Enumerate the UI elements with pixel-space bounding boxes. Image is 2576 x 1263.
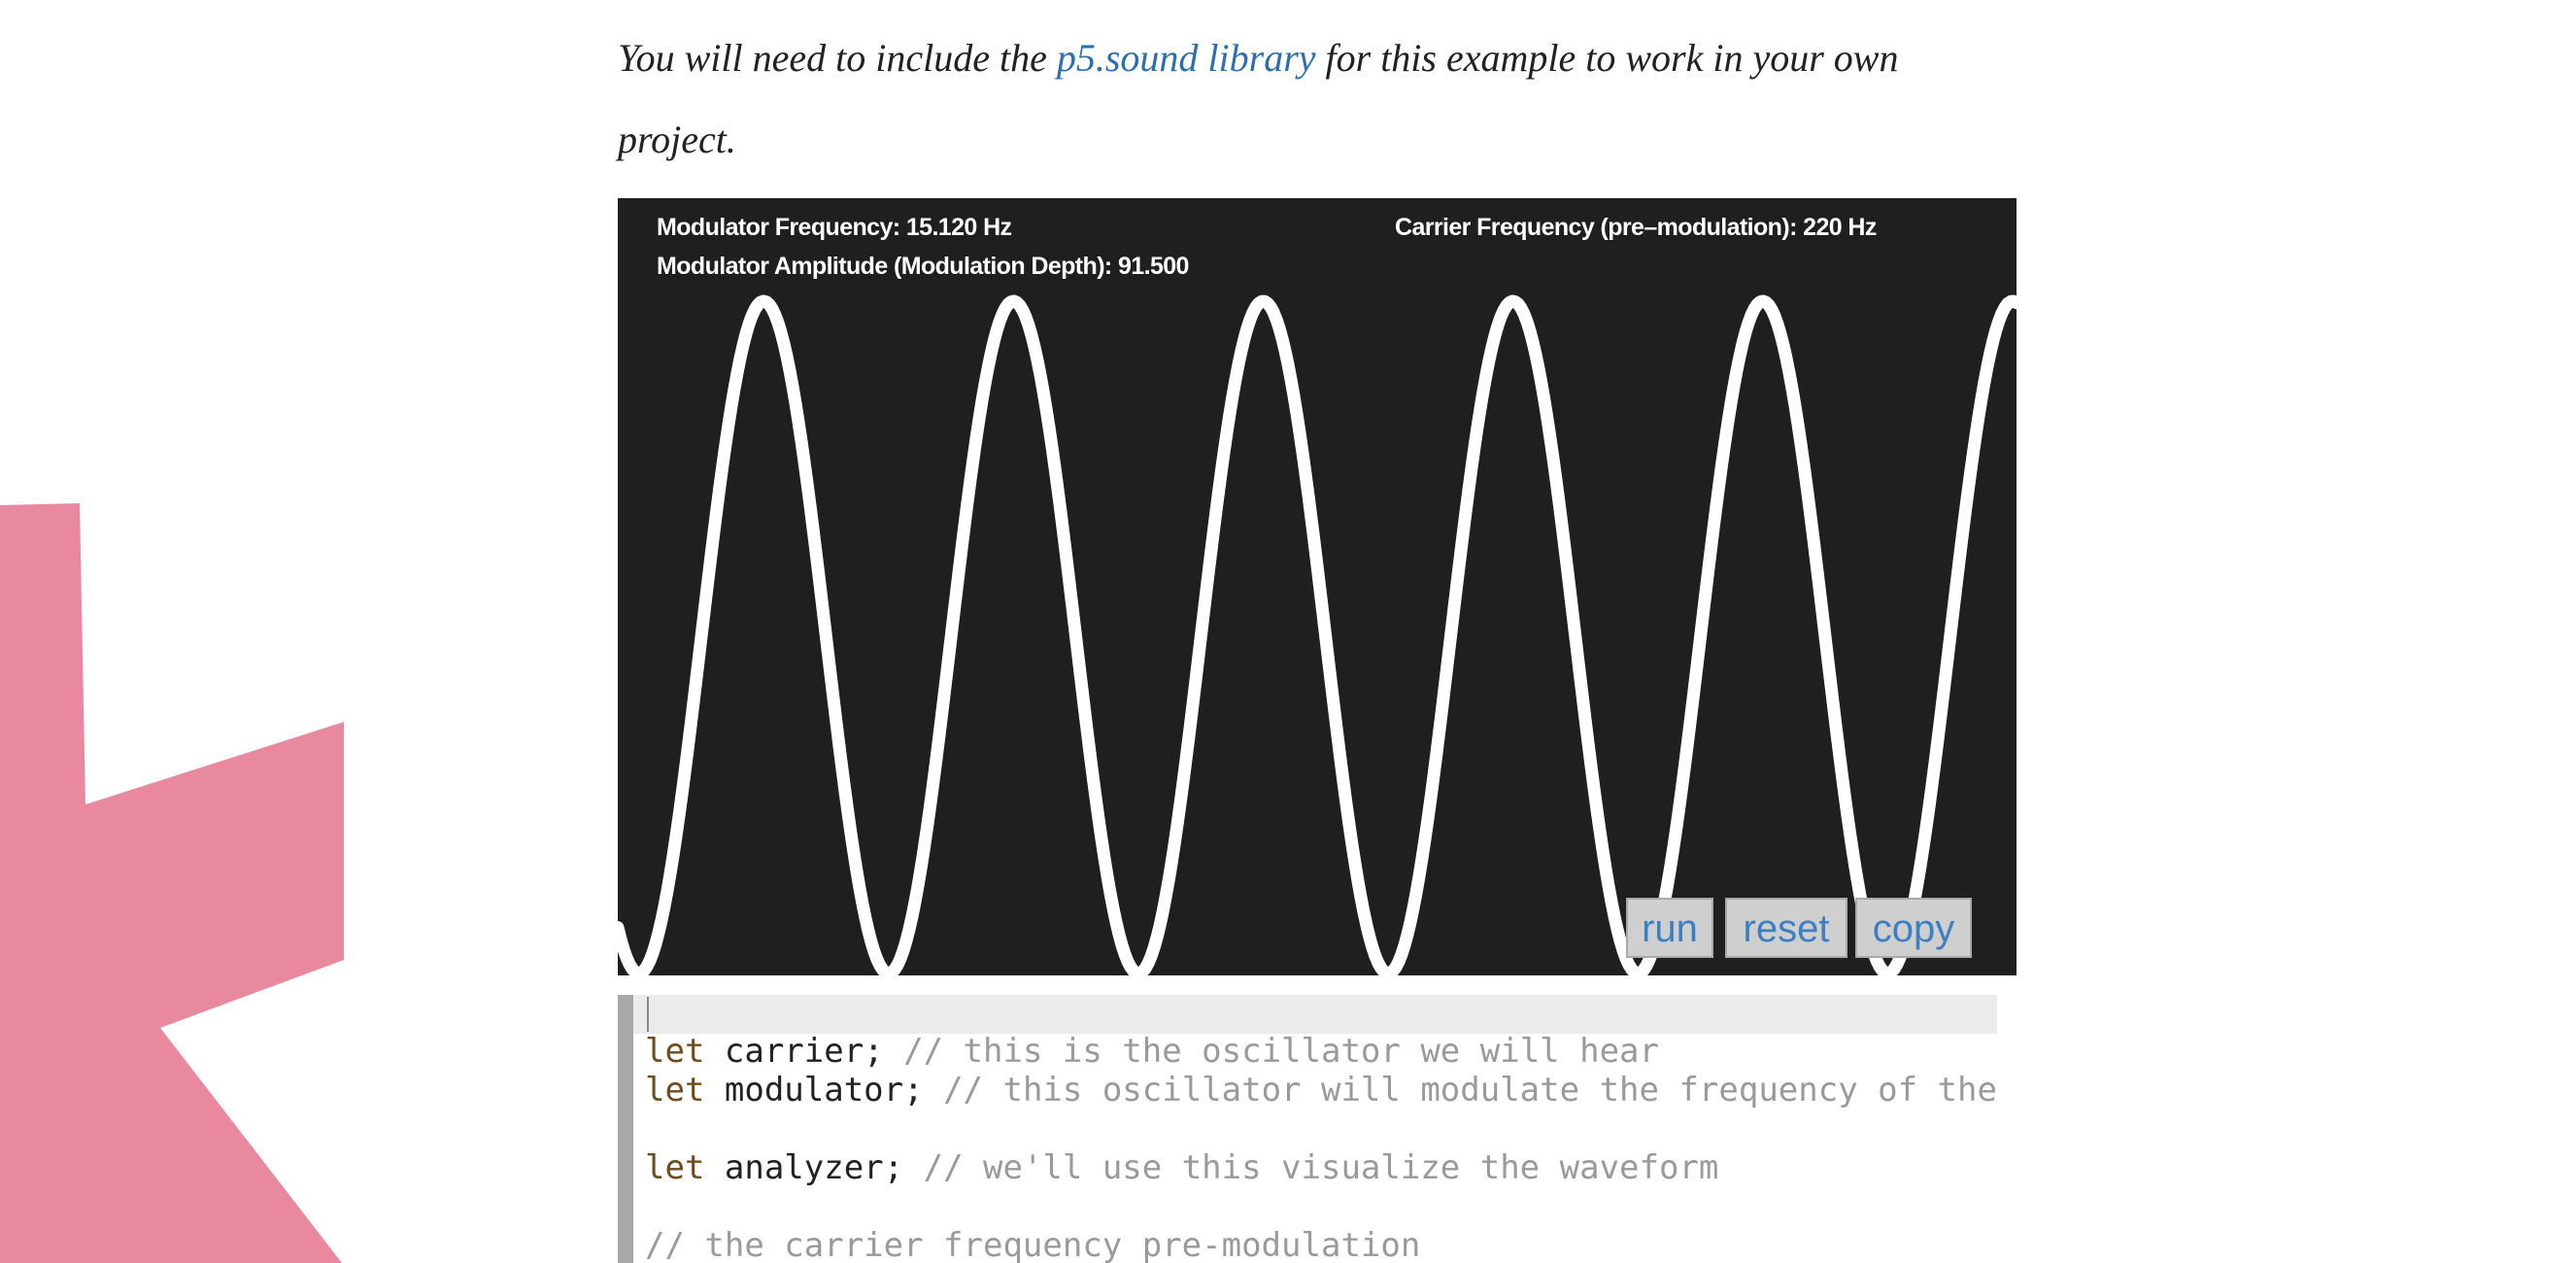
code-content[interactable]: let carrier; // this is the oscillator w… xyxy=(645,1032,1997,1263)
waveform-plot xyxy=(618,294,2017,975)
copy-button[interactable]: copy xyxy=(1855,898,1972,958)
p5-sound-library-link[interactable]: p5.sound library xyxy=(1057,36,1316,80)
reset-button[interactable]: reset xyxy=(1725,898,1847,958)
carrier-frequency-readout: Carrier Frequency (pre–modulation): 220 … xyxy=(1395,214,1877,241)
editor-gutter xyxy=(618,995,633,1263)
text-cursor xyxy=(647,997,649,1032)
sketch-canvas[interactable]: Modulator Frequency: 15.120 Hz Modulator… xyxy=(618,198,2017,975)
code-line: let modulator; // this oscillator will m… xyxy=(645,1071,1997,1109)
modulator-frequency-readout: Modulator Frequency: 15.120 Hz xyxy=(657,214,1012,241)
waveform-line xyxy=(618,294,2017,975)
code-editor[interactable]: let carrier; // this is the oscillator w… xyxy=(618,995,1997,1263)
code-line: let carrier; // this is the oscillator w… xyxy=(645,1032,1659,1071)
intro-text-before: You will need to include the xyxy=(618,36,1057,80)
code-line: // the carrier frequency pre-modulation xyxy=(645,1226,1421,1263)
code-line: let analyzer; // we'll use this visualiz… xyxy=(645,1148,1719,1187)
editor-active-line xyxy=(633,995,1997,1034)
modulator-amplitude-readout: Modulator Amplitude (Modulation Depth): … xyxy=(657,253,1189,280)
intro-paragraph: You will need to include the p5.sound li… xyxy=(618,17,2017,181)
decorative-star-shape xyxy=(0,503,344,1263)
run-button[interactable]: run xyxy=(1626,898,1713,958)
